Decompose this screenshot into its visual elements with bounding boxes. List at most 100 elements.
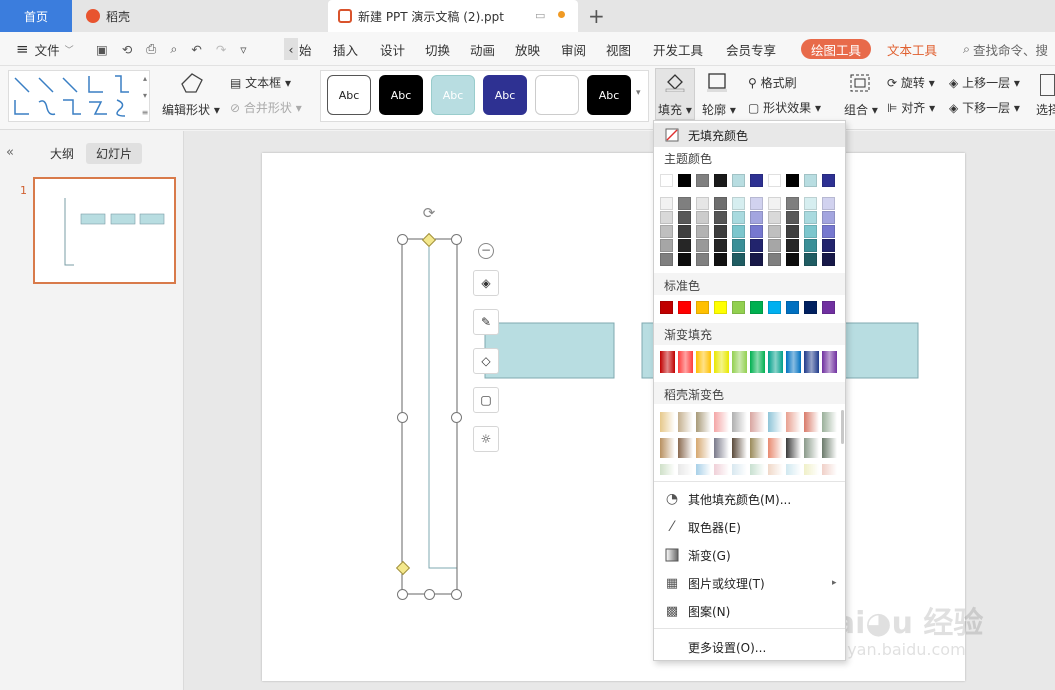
add-tab-button[interactable]: + bbox=[588, 4, 605, 28]
print-icon[interactable]: ⎙ bbox=[146, 41, 156, 57]
undo-icon[interactable]: ↶ bbox=[191, 42, 201, 57]
merge-shape-button[interactable]: ⊘ 合并形状 ▾ bbox=[230, 99, 302, 116]
collapse-tools-icon[interactable]: − bbox=[478, 243, 494, 259]
daoke-gradient-swatch[interactable] bbox=[678, 412, 693, 432]
menu-tab-drawing-tools[interactable]: 绘图工具 bbox=[801, 39, 872, 59]
align-button[interactable]: ⊫ 对齐 ▾ bbox=[887, 99, 935, 116]
rotate-handle-icon[interactable]: ⟳ bbox=[420, 205, 438, 223]
edit-shape-icon[interactable] bbox=[178, 70, 206, 99]
gradient-option[interactable]: 渐变(G) bbox=[654, 543, 845, 567]
theme-color-swatch[interactable] bbox=[786, 211, 799, 224]
theme-color-swatch[interactable] bbox=[750, 239, 763, 252]
theme-color-swatch[interactable] bbox=[696, 211, 709, 224]
resize-handle-bl[interactable] bbox=[397, 589, 408, 600]
theme-color-swatch[interactable] bbox=[750, 211, 763, 224]
style-preset-4[interactable]: Abc bbox=[483, 75, 527, 115]
theme-color-swatch[interactable] bbox=[678, 253, 691, 266]
theme-color-swatch[interactable] bbox=[768, 225, 781, 238]
theme-color-swatch[interactable] bbox=[822, 197, 835, 210]
theme-color-swatch[interactable] bbox=[732, 253, 745, 266]
theme-color-swatch[interactable] bbox=[678, 174, 691, 187]
theme-color-swatch[interactable] bbox=[750, 174, 763, 187]
gradient-swatch[interactable] bbox=[732, 351, 747, 373]
style-preset-6[interactable]: Abc bbox=[587, 75, 631, 115]
theme-color-swatch[interactable] bbox=[786, 253, 799, 266]
resize-handle-mr[interactable] bbox=[451, 412, 462, 423]
theme-color-swatch[interactable] bbox=[732, 211, 745, 224]
edit-shape-button[interactable]: 编辑形状 ▾ bbox=[162, 101, 220, 118]
theme-color-swatch[interactable] bbox=[786, 225, 799, 238]
daoke-gradient-swatch[interactable] bbox=[732, 412, 747, 432]
standard-color-swatch[interactable] bbox=[678, 301, 691, 314]
shape-effect-button[interactable]: ▢ 形状效果 ▾ bbox=[748, 99, 821, 116]
standard-color-swatch[interactable] bbox=[714, 301, 727, 314]
collapse-panel-icon[interactable]: « bbox=[6, 145, 14, 160]
resize-handle-br[interactable] bbox=[451, 589, 462, 600]
standard-color-swatch[interactable] bbox=[768, 301, 781, 314]
theme-color-swatch[interactable] bbox=[804, 239, 817, 252]
picture-texture-option[interactable]: ▦ 图片或纹理(T) ▸ bbox=[654, 571, 845, 595]
more-icon[interactable]: ▿ bbox=[240, 42, 246, 57]
standard-color-swatch[interactable] bbox=[804, 301, 817, 314]
theme-color-swatch[interactable] bbox=[696, 197, 709, 210]
cloud-icon[interactable]: ⟲ bbox=[122, 42, 132, 57]
theme-color-swatch[interactable] bbox=[768, 211, 781, 224]
slide-thumbnail[interactable] bbox=[33, 177, 176, 284]
theme-color-swatch[interactable] bbox=[804, 174, 817, 187]
theme-color-swatch[interactable] bbox=[750, 253, 763, 266]
theme-color-swatch[interactable] bbox=[768, 174, 781, 187]
theme-color-swatch[interactable] bbox=[660, 253, 673, 266]
bring-forward-button[interactable]: ◈ 上移一层 ▾ bbox=[949, 74, 1020, 91]
theme-color-swatch[interactable] bbox=[714, 211, 727, 224]
theme-color-swatch[interactable] bbox=[714, 239, 727, 252]
daoke-gradient-swatch[interactable] bbox=[822, 438, 837, 458]
tab-daoke[interactable]: 稻壳 bbox=[72, 0, 322, 32]
daoke-gradient-swatch[interactable] bbox=[768, 412, 783, 432]
save-icon[interactable]: ▣ bbox=[96, 42, 108, 57]
daoke-gradient-swatch[interactable] bbox=[696, 412, 711, 432]
theme-color-swatch[interactable] bbox=[696, 239, 709, 252]
gradient-swatch[interactable] bbox=[786, 351, 801, 373]
theme-color-swatch[interactable] bbox=[822, 239, 835, 252]
daoke-gradient-swatch[interactable] bbox=[660, 438, 675, 458]
theme-color-swatch[interactable] bbox=[660, 174, 673, 187]
search-command[interactable]: ⌕ 查找命令、搜 bbox=[963, 32, 1048, 66]
daoke-gradient-swatch[interactable] bbox=[732, 438, 747, 458]
theme-color-swatch[interactable] bbox=[786, 239, 799, 252]
theme-color-swatch[interactable] bbox=[822, 225, 835, 238]
menu-tab-view[interactable]: 视图 bbox=[606, 32, 631, 66]
theme-color-swatch[interactable] bbox=[750, 197, 763, 210]
gradient-swatch[interactable] bbox=[804, 351, 819, 373]
standard-color-swatch[interactable] bbox=[750, 301, 763, 314]
standard-color-swatch[interactable] bbox=[822, 301, 835, 314]
daoke-gradient-swatch[interactable] bbox=[714, 438, 729, 458]
theme-color-swatch[interactable] bbox=[822, 211, 835, 224]
daoke-gradient-swatch[interactable] bbox=[660, 412, 675, 432]
daoke-gradient-swatch[interactable] bbox=[822, 464, 837, 475]
outline-button[interactable]: 轮廓 ▾ bbox=[702, 101, 736, 118]
standard-color-swatch[interactable] bbox=[660, 301, 673, 314]
theme-color-swatch[interactable] bbox=[678, 197, 691, 210]
daoke-gradient-swatch[interactable] bbox=[660, 464, 675, 475]
file-menu[interactable]: ≡ 文件 ﹀ bbox=[16, 32, 74, 66]
menu-tab-review[interactable]: 审阅 bbox=[561, 32, 586, 66]
theme-color-swatch[interactable] bbox=[714, 253, 727, 266]
theme-color-swatch[interactable] bbox=[786, 174, 799, 187]
select-button[interactable]: 选择 bbox=[1036, 101, 1055, 118]
theme-color-swatch[interactable] bbox=[714, 197, 727, 210]
idea-icon[interactable]: ☼ bbox=[473, 426, 499, 452]
style-preset-2[interactable]: Abc bbox=[379, 75, 423, 115]
menu-tab-developer[interactable]: 开发工具 bbox=[653, 32, 703, 66]
brush-icon[interactable]: ✎ bbox=[473, 309, 499, 335]
menu-tab-member[interactable]: 会员专享 bbox=[726, 32, 776, 66]
redo-icon[interactable]: ↷ bbox=[216, 42, 226, 57]
outline-tab[interactable]: 大纲 bbox=[50, 145, 74, 162]
style-gallery-more-icon[interactable]: ▾ bbox=[636, 88, 641, 98]
gradient-scrollbar[interactable] bbox=[841, 410, 844, 444]
send-backward-button[interactable]: ◈ 下移一层 ▾ bbox=[949, 99, 1020, 116]
daoke-gradient-swatch[interactable] bbox=[822, 412, 837, 432]
layers-icon[interactable]: ◈ bbox=[473, 270, 499, 296]
theme-color-swatch[interactable] bbox=[732, 225, 745, 238]
standard-color-swatch[interactable] bbox=[696, 301, 709, 314]
style-preset-3[interactable]: Abc bbox=[431, 75, 475, 115]
